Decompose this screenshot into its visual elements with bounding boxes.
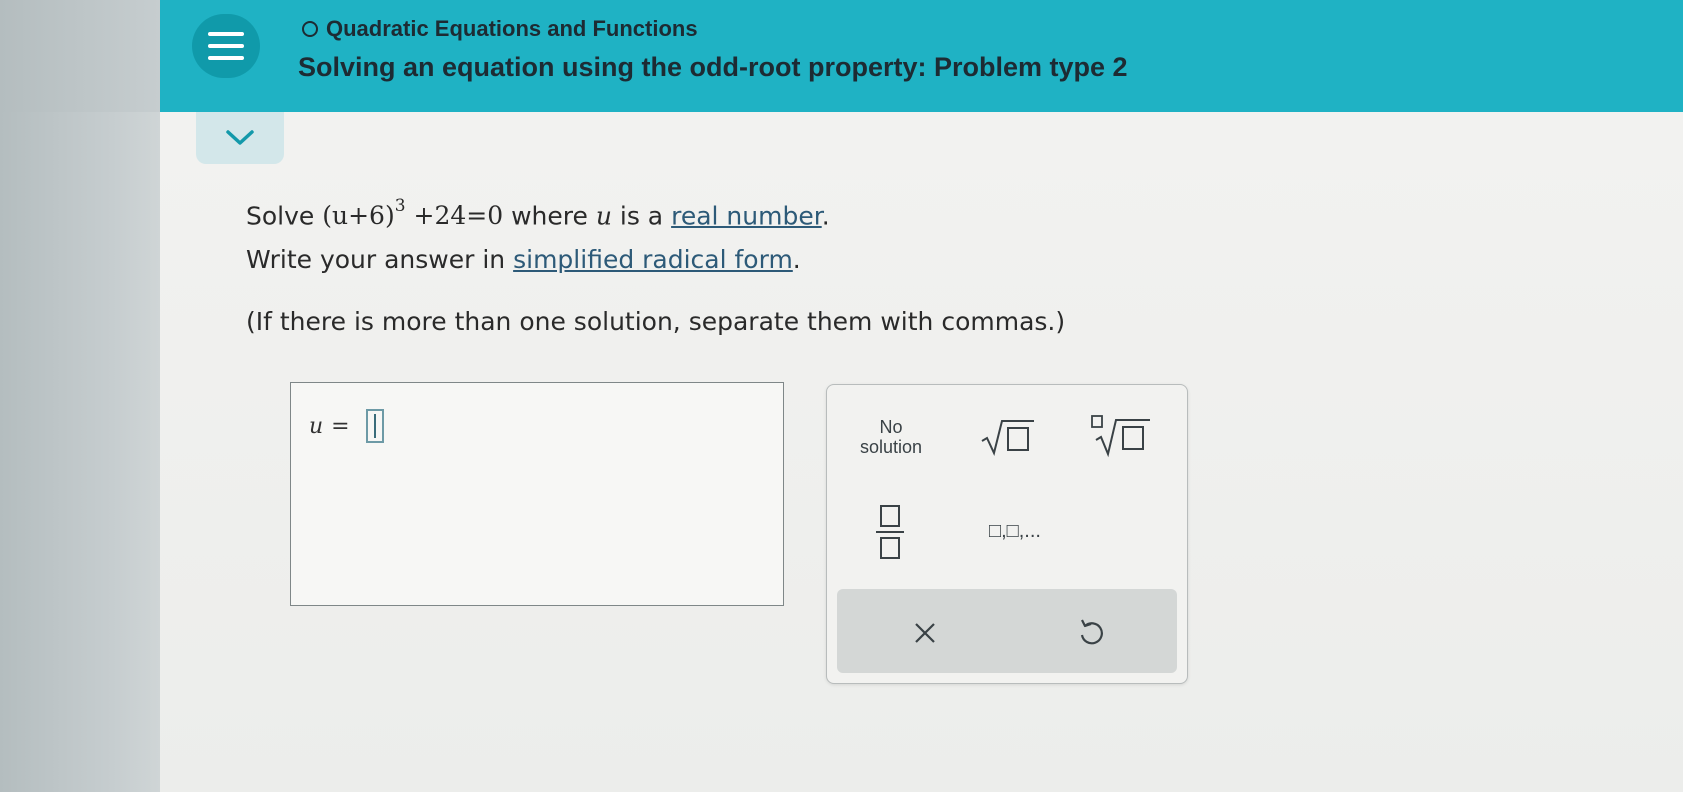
equation: (u+6)3 +24=0 [322, 196, 504, 231]
equation-base: (u+6) [322, 201, 395, 231]
square-root-icon [981, 420, 1034, 456]
close-icon [915, 623, 935, 643]
collapse-toggle[interactable] [196, 112, 284, 164]
no-solution-label-1: No [879, 417, 903, 437]
solve-word: Solve [246, 201, 315, 231]
undo-button[interactable] [1069, 611, 1113, 655]
problem-statement: Solve (u+6)3 +24=0 where u is a real num… [246, 188, 1065, 344]
undo-icon [1080, 619, 1103, 645]
square-root-button[interactable] [973, 411, 1043, 463]
fraction-button[interactable] [863, 501, 917, 563]
fraction-icon [876, 505, 904, 559]
problem-line-2: Write your answer in simplified radical … [246, 238, 1065, 282]
problem-line-1: Solve (u+6)3 +24=0 where u is a real num… [246, 188, 1065, 238]
variable-u: u [595, 201, 612, 231]
no-solution-button[interactable]: No solution [845, 411, 937, 463]
simplified-radical-form-link[interactable]: simplified radical form [513, 245, 793, 274]
where-text: where [511, 201, 588, 231]
list-button[interactable]: □,□,... [967, 509, 1063, 553]
screen-left-edge [0, 0, 160, 792]
period-1: . [821, 201, 830, 231]
answer-field-cursor[interactable] [365, 409, 384, 443]
no-solution-label-2: solution [859, 437, 923, 457]
keypad-action-bar [837, 589, 1177, 673]
is-a-text: is a [619, 201, 664, 231]
instruction-prefix: Write your answer in [246, 245, 506, 275]
answer-variable: u [309, 413, 324, 439]
clear-button[interactable] [903, 611, 947, 655]
answer-row: u = [309, 409, 384, 443]
nth-root-icon [1091, 415, 1150, 458]
page-title: Solving an equation using the odd-root p… [298, 52, 1128, 82]
equation-exponent: 3 [394, 196, 406, 216]
list-label: □,□,... [989, 519, 1041, 542]
period-2: . [792, 245, 801, 275]
answer-equals: = [331, 413, 350, 439]
answer-input-box[interactable]: u = [290, 382, 784, 606]
empty-circle-icon [302, 21, 318, 37]
equation-rest: +24=0 [413, 201, 504, 231]
hamburger-menu-icon[interactable] [192, 14, 260, 78]
topic-title: Quadratic Equations and Functions [326, 16, 698, 41]
real-number-link[interactable]: real number [671, 201, 822, 230]
chevron-down-icon [226, 130, 254, 145]
nth-root-button[interactable] [1083, 407, 1159, 463]
problem-line-3: (If there is more than one solution, sep… [246, 307, 1066, 337]
topic-row: Quadratic Equations and Functions [302, 14, 698, 44]
header-left-edge [0, 0, 160, 112]
math-keypad: No solution □,□,... [826, 384, 1188, 684]
